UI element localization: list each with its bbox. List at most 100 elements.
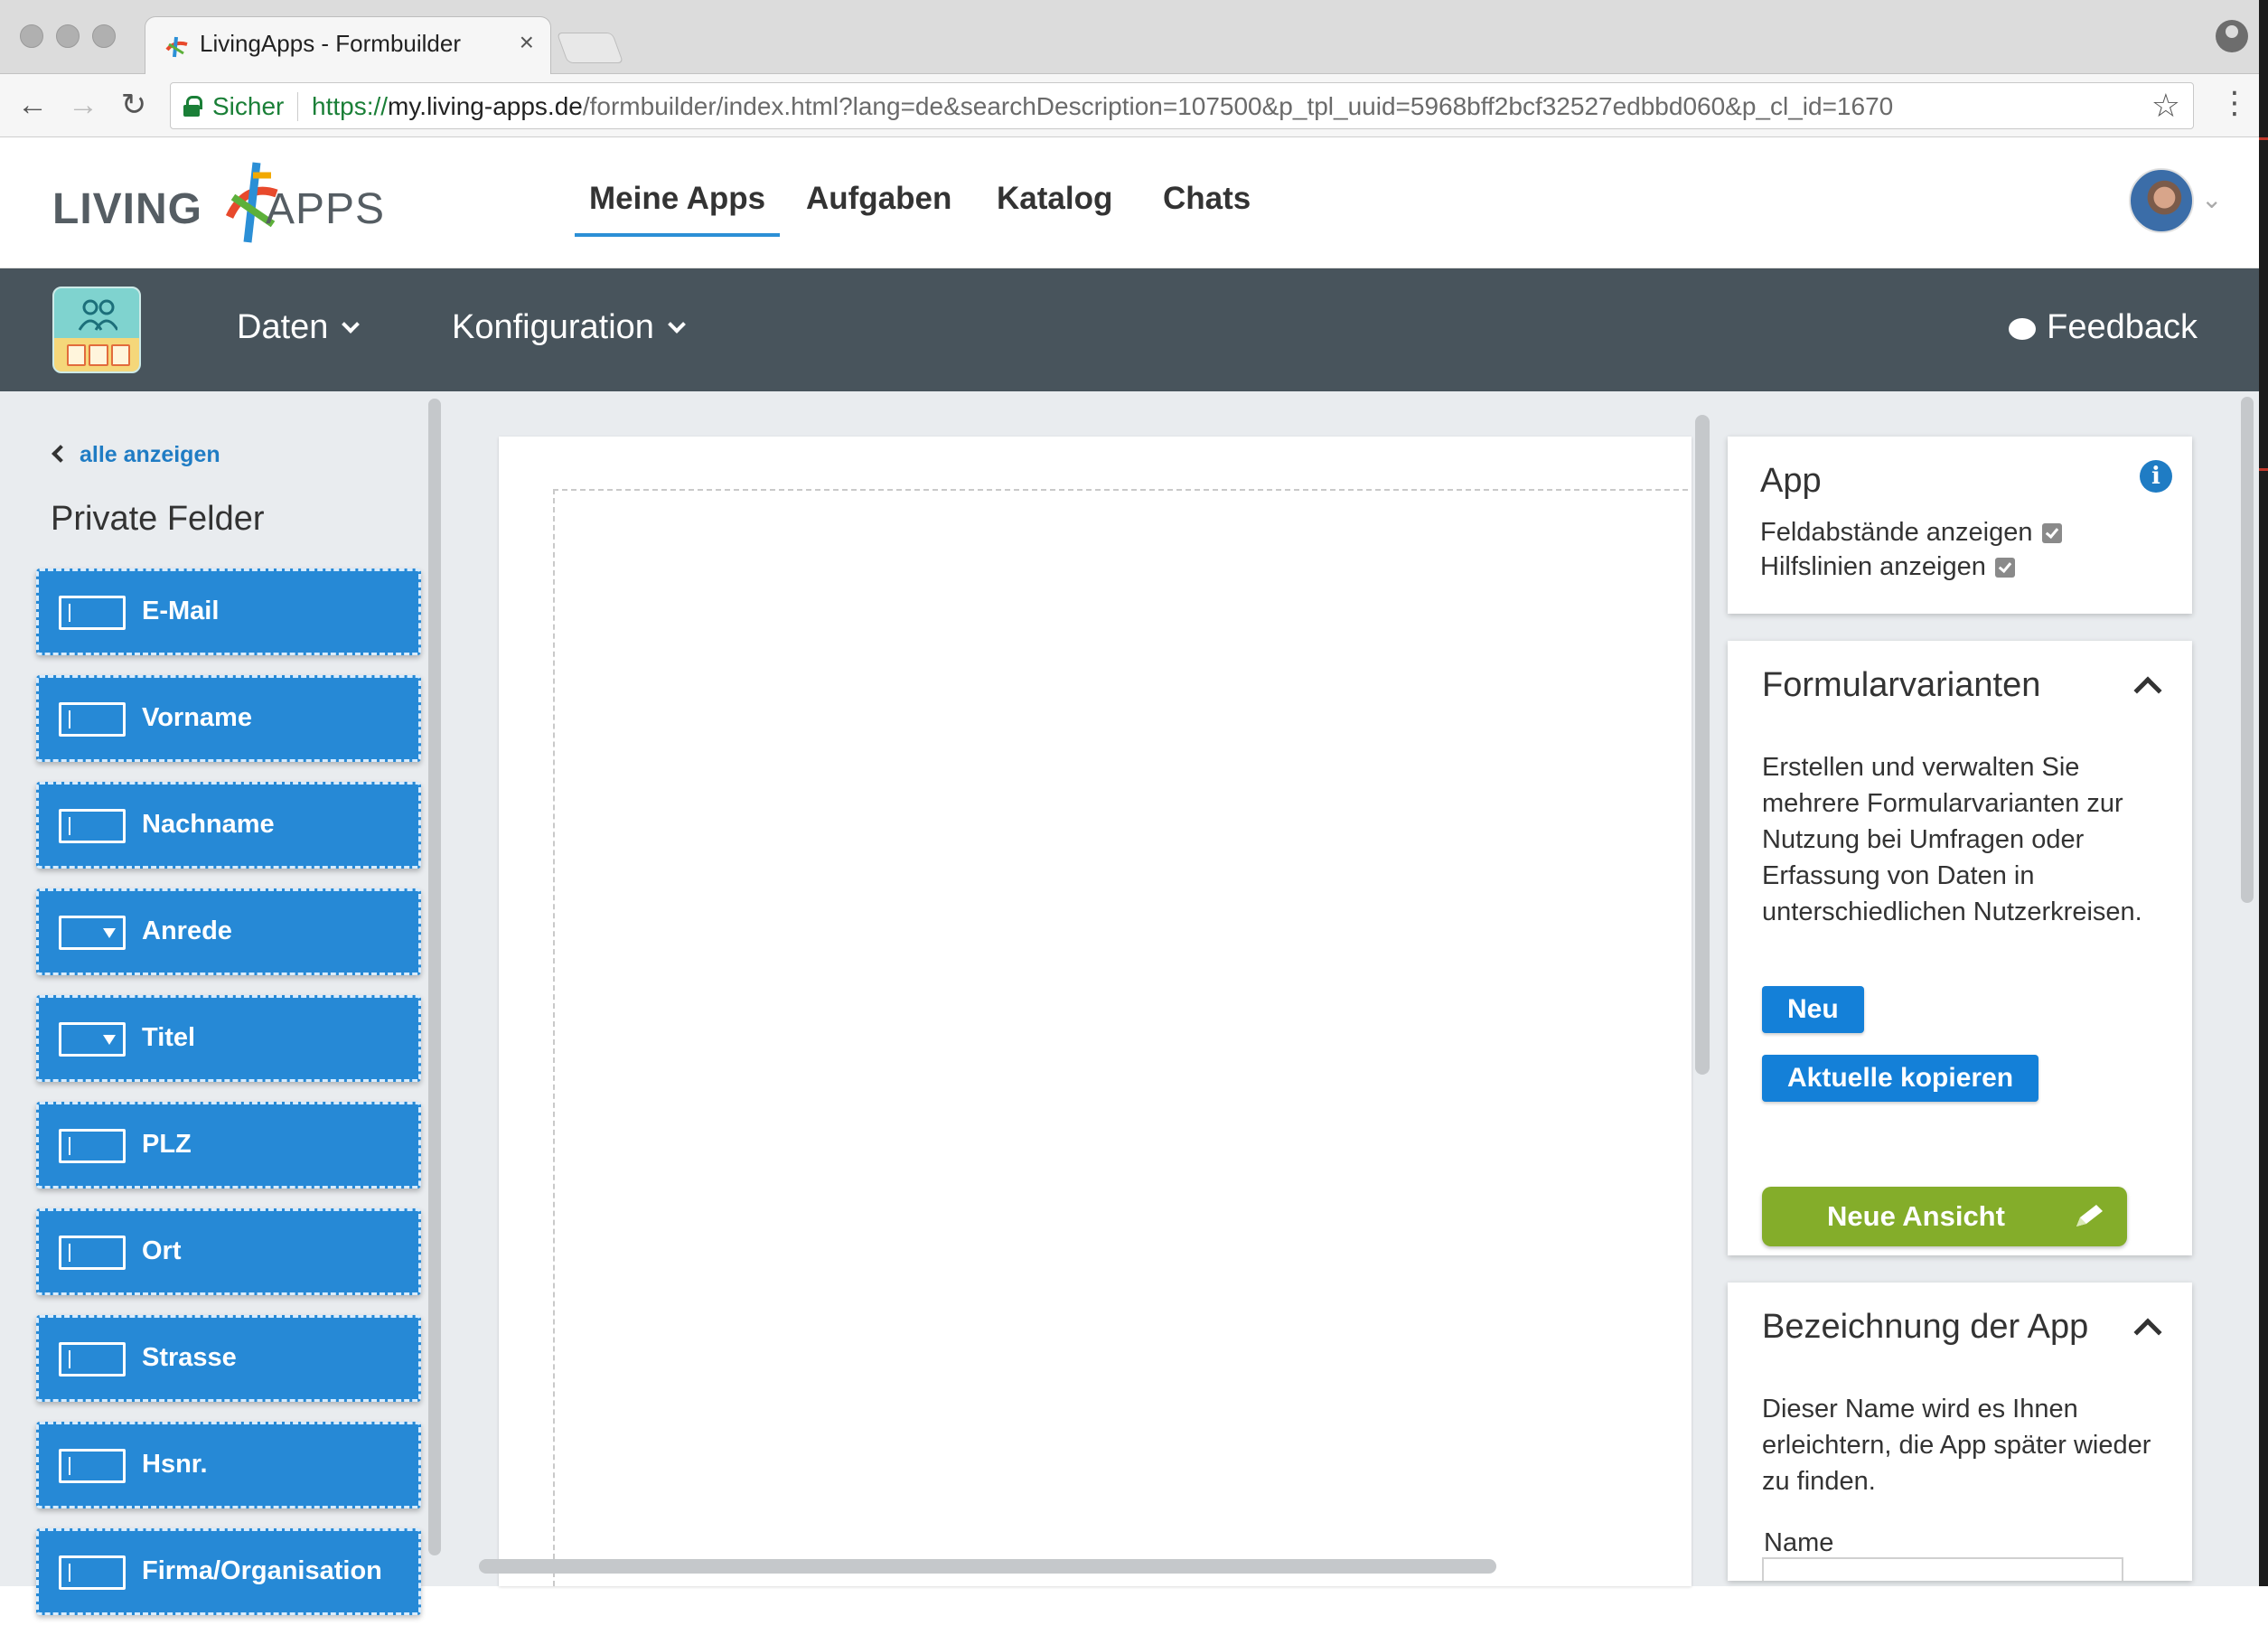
text-field-icon (59, 596, 126, 630)
logo-text-apps: APPS (266, 185, 386, 233)
name-card-title: Bezeichnung der App (1762, 1308, 2089, 1346)
text-field-icon (59, 1236, 126, 1270)
url-protocol: https:// (312, 92, 389, 120)
field-label: Vorname (142, 703, 252, 732)
info-icon[interactable]: i (2140, 460, 2172, 493)
url-path: /formbuilder/index.html?lang=de&searchDe… (582, 92, 1894, 120)
bookmark-star-icon[interactable]: ☆ (2151, 87, 2180, 125)
nav-aufgaben[interactable]: Aufgaben (806, 181, 951, 217)
field-hsnr[interactable]: Hsnr. (36, 1422, 421, 1508)
url-text[interactable]: https://my.living-apps.de/formbuilder/in… (312, 92, 1893, 121)
back-arrow-icon[interactable]: ← (14, 87, 51, 123)
address-bar[interactable]: Sicher https://my.living-apps.de/formbui… (170, 82, 2194, 129)
field-ort[interactable]: Ort (36, 1208, 421, 1295)
menu-daten[interactable]: Daten (237, 308, 361, 347)
omnibox-divider (297, 92, 298, 121)
browser-tabbar: LivingApps - Formbuilder × (0, 0, 2268, 76)
field-email[interactable]: E-Mail (36, 568, 421, 655)
favicon-icon (165, 36, 188, 58)
browser-tab[interactable]: LivingApps - Formbuilder × (145, 16, 551, 76)
field-label: PLZ (142, 1130, 192, 1159)
field-titel[interactable]: Titel (36, 995, 421, 1082)
show-spacing-checkbox[interactable] (2041, 523, 2062, 543)
canvas-vertical-scrollbar[interactable] (1695, 415, 1710, 1075)
select-field-icon (59, 1022, 126, 1057)
field-anrede[interactable]: Anrede (36, 888, 421, 975)
fields-panel-scrollbar[interactable] (428, 399, 441, 1555)
menu-konfiguration[interactable]: Konfiguration (452, 308, 686, 347)
new-variant-button[interactable]: Neu (1762, 986, 1864, 1033)
app-header: LIVING APPS Meine Apps Aufgaben Katalog … (0, 137, 2259, 268)
people-icon (78, 299, 117, 331)
url-host: my.living-apps.de (388, 92, 583, 120)
text-field-icon (59, 1129, 126, 1163)
show-all-link[interactable]: alle anzeigen (52, 442, 220, 468)
app-icon[interactable] (52, 287, 141, 373)
browser-menu-icon[interactable]: ⋮ (2219, 85, 2250, 121)
show-guides-option[interactable]: Hilfslinien anzeigen (1760, 552, 2015, 582)
forward-arrow-icon[interactable]: → (65, 87, 101, 123)
new-view-label: Neue Ansicht (1827, 1200, 2005, 1232)
nav-meine-apps[interactable]: Meine Apps (574, 181, 781, 237)
field-plz[interactable]: PLZ (36, 1102, 421, 1189)
secure-label: Sicher (212, 92, 285, 120)
livingapps-logo[interactable]: LIVING APPS (52, 157, 414, 248)
show-guides-checkbox[interactable] (1994, 558, 2015, 578)
settings-panel-scrollbar[interactable] (2241, 397, 2254, 903)
field-nachname[interactable]: Nachname (36, 782, 421, 869)
main-area: alle anzeigen Private Felder E-Mail Vorn… (0, 391, 2259, 1615)
form-variants-card: Formularvarianten Erstellen und verwalte… (1728, 641, 2192, 1255)
app-toolbar: Daten Konfiguration Feedback (0, 268, 2259, 391)
browser-profile-icon[interactable] (2216, 20, 2248, 52)
browser-toolbar: ← → ↻ Sicher https://my.living-apps.de/f… (0, 74, 2268, 137)
speech-bubble-icon (2009, 318, 2037, 340)
show-all-label: alle anzeigen (80, 442, 220, 467)
app-name-input[interactable] (1762, 1557, 2123, 1581)
show-spacing-label: Feldabstände anzeigen (1760, 518, 2033, 547)
new-tab-button[interactable] (556, 33, 624, 63)
window-minimize-button[interactable] (56, 24, 80, 48)
field-label: Firma/Organisation (142, 1556, 382, 1585)
name-field-label: Name (1764, 1528, 1834, 1557)
tab-close-icon[interactable]: × (520, 30, 534, 55)
edge-marker (2259, 468, 2268, 471)
chevron-left-icon (52, 445, 70, 463)
field-firma[interactable]: Firma/Organisation (36, 1528, 421, 1615)
feedback-button[interactable]: Feedback (2009, 308, 2198, 347)
nav-chats[interactable]: Chats (1163, 181, 1251, 217)
user-avatar[interactable] (2129, 168, 2194, 233)
reload-icon[interactable]: ↻ (116, 87, 152, 123)
text-field-icon (59, 702, 126, 737)
menu-konfiguration-label: Konfiguration (452, 308, 654, 346)
field-vorname[interactable]: Vorname (36, 675, 421, 762)
nav-katalog[interactable]: Katalog (997, 181, 1112, 217)
select-field-icon (59, 916, 126, 950)
chevron-down-icon[interactable]: ⌄ (2201, 184, 2222, 214)
field-label: Strasse (142, 1343, 237, 1372)
copy-variant-button[interactable]: Aktuelle kopieren (1762, 1055, 2039, 1102)
chevron-up-icon[interactable] (2133, 676, 2162, 705)
app-name-card: Bezeichnung der App Dieser Name wird es … (1728, 1283, 2192, 1581)
app-settings-card: App i Feldabstände anzeigen Hilfslinien … (1728, 437, 2192, 614)
form-canvas (499, 437, 1692, 1586)
chevron-down-icon (342, 315, 361, 334)
show-spacing-option[interactable]: Feldabstände anzeigen (1760, 518, 2062, 548)
field-label: Nachname (142, 810, 275, 839)
tab-title: LivingApps - Formbuilder (200, 30, 462, 57)
text-field-icon (59, 809, 126, 843)
form-drop-area[interactable] (553, 489, 1688, 1586)
menu-daten-label: Daten (237, 308, 329, 346)
show-guides-label: Hilfslinien anzeigen (1760, 552, 1986, 581)
field-label: Anrede (142, 916, 232, 945)
edge-marker (2259, 137, 2268, 140)
chevron-up-icon[interactable] (2133, 1318, 2162, 1347)
window-edge (2259, 0, 2268, 1586)
window-close-button[interactable] (20, 24, 43, 48)
name-card-description: Dieser Name wird es Ihnen erleichtern, d… (1762, 1395, 2151, 1496)
cards-icon (67, 344, 130, 366)
window-zoom-button[interactable] (92, 24, 116, 48)
canvas-horizontal-scrollbar[interactable] (479, 1559, 1496, 1574)
variants-description: Erstellen und verwalten Sie mehrere Form… (1762, 753, 2142, 926)
field-strasse[interactable]: Strasse (36, 1315, 421, 1402)
new-view-button[interactable]: Neue Ansicht (1762, 1187, 2127, 1246)
